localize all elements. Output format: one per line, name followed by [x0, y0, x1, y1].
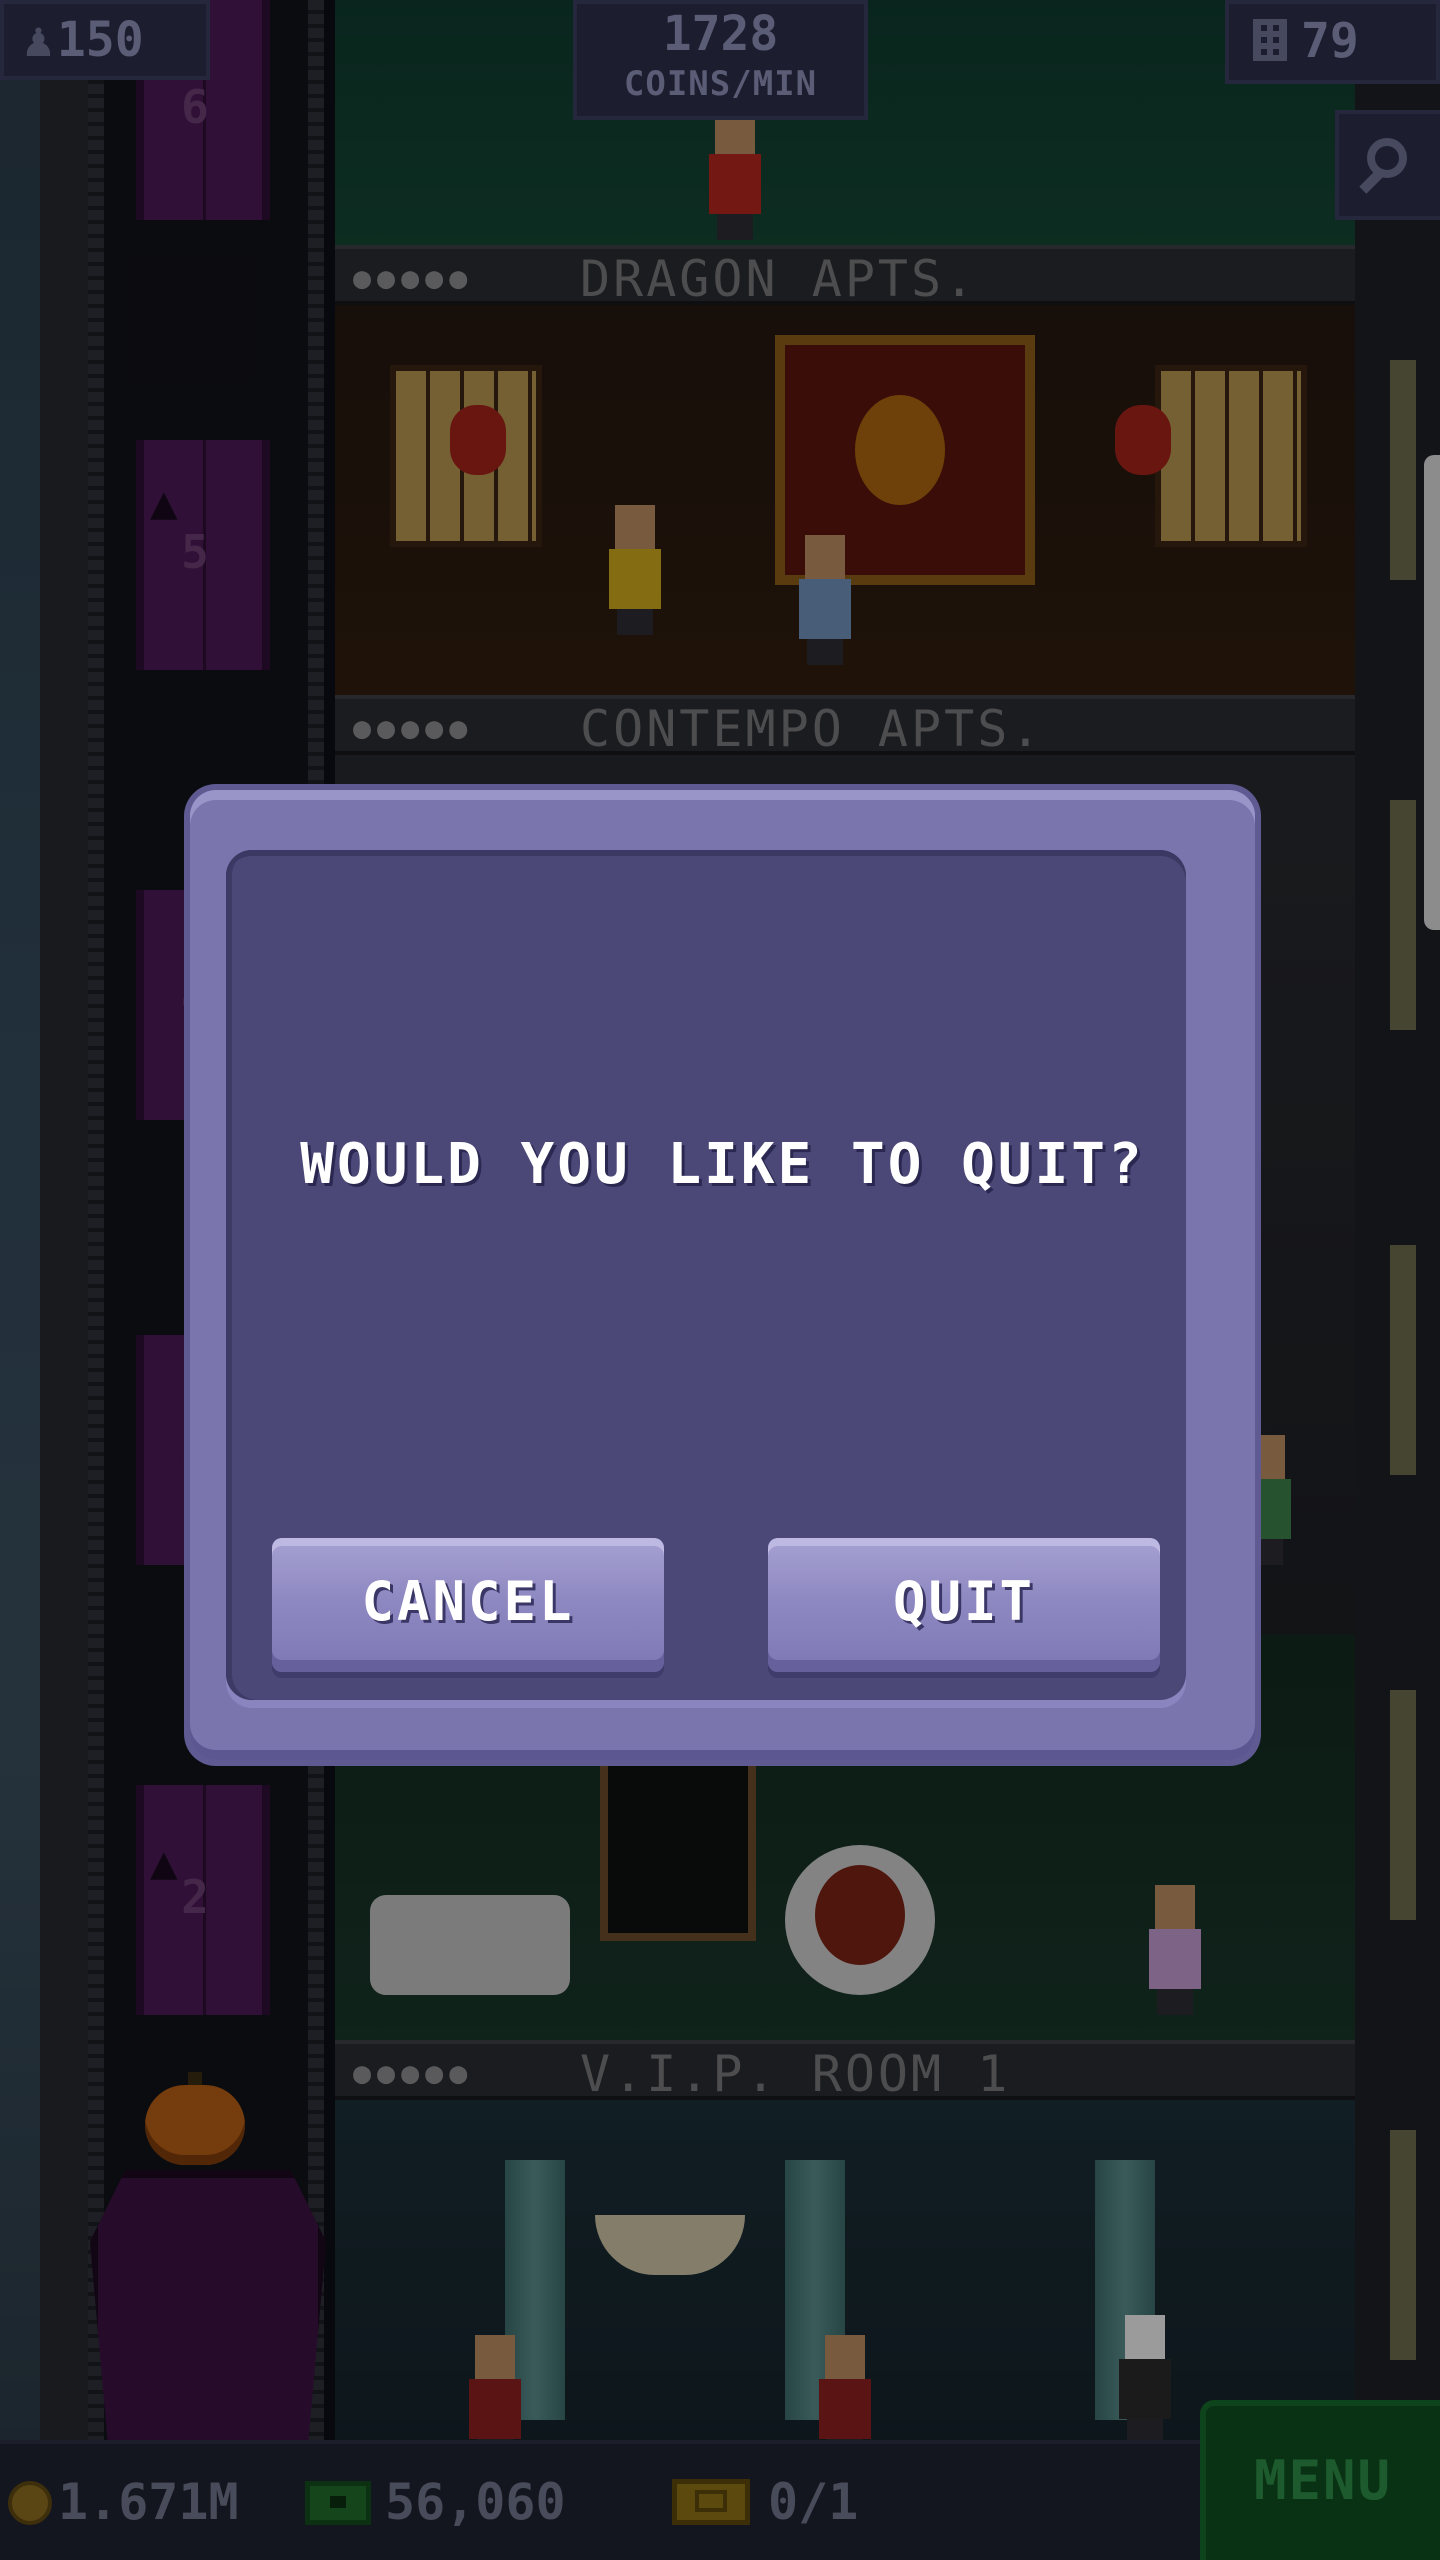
quit-button[interactable]: QUIT — [768, 1538, 1160, 1672]
dialog-question: WOULD YOU LIKE TO QUIT? — [300, 1132, 1145, 1197]
quit-dialog: WOULD YOU LIKE TO QUIT? CANCEL QUIT — [190, 790, 1255, 1760]
cancel-button[interactable]: CANCEL — [272, 1538, 664, 1672]
